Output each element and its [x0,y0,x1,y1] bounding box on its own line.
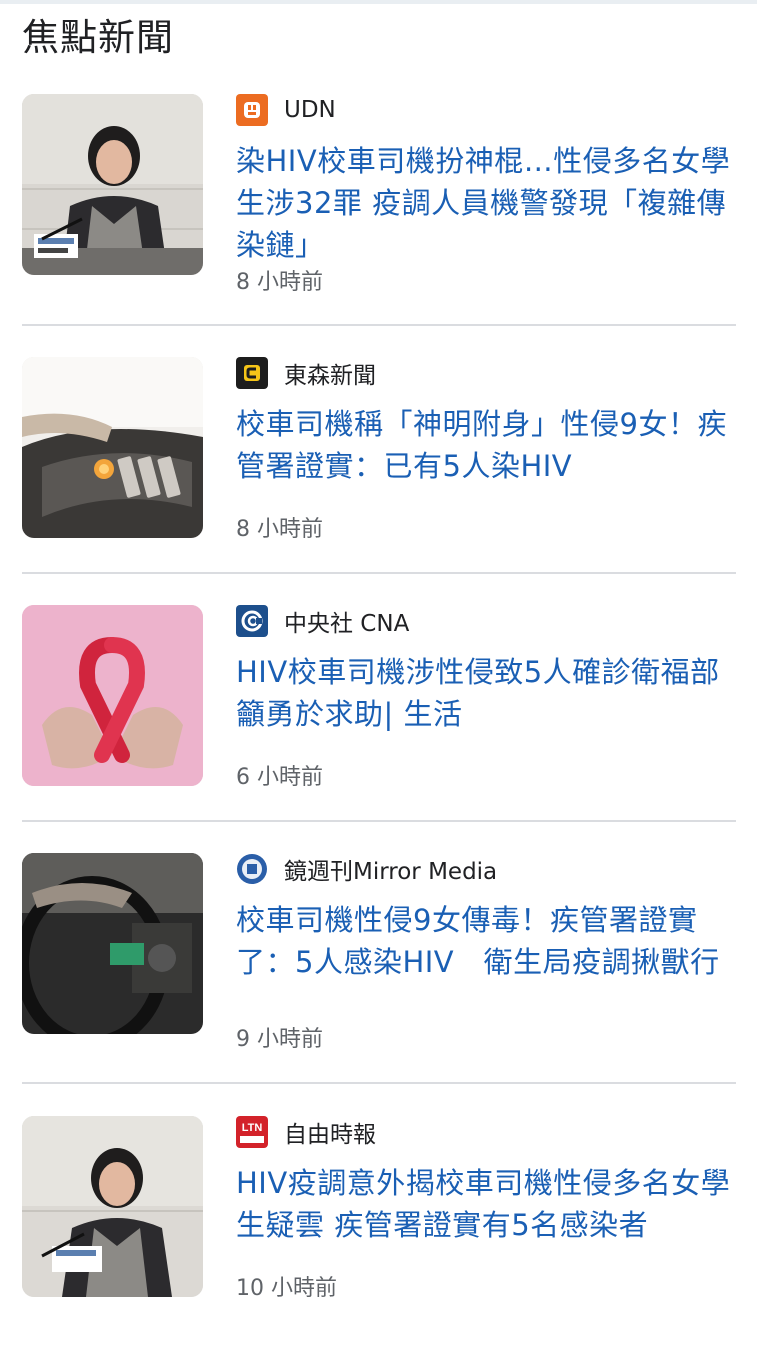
article-headline-link[interactable]: HIV疫調意外揭校車司機性侵多名女學生疑雲 疾管署證實有5名感染者 [236,1162,732,1246]
udn-logo-icon [236,94,268,126]
source-name: 自由時報 [284,1122,376,1148]
article-source: UDN [236,94,336,126]
source-name: 中央社 CNA [284,611,410,637]
article-headline-link[interactable]: HIV校車司機涉性侵致5人確診衛福部籲勇於求助| 生活 [236,651,732,735]
source-name: UDN [284,97,336,123]
article-thumbnail[interactable] [22,357,203,538]
divider [22,572,736,574]
article-source: LTN 自由時報 [236,1116,376,1148]
news-card[interactable]: LTN 自由時報 HIV疫調意外揭校車司機性侵多名女學生疑雲 疾管署證實有5名感… [0,1116,757,1364]
article-timestamp: 6 小時前 [236,765,323,790]
article-timestamp: 10 小時前 [236,1276,337,1301]
article-timestamp: 8 小時前 [236,517,323,542]
ettoday-logo-icon [236,357,268,389]
article-source: 中央社 CNA [236,605,409,637]
article-thumbnail[interactable] [22,1116,203,1297]
cna-logo-icon [236,605,268,637]
article-headline-link[interactable]: 校車司機稱「神明附身」性侵9女！疾管署證實：已有5人染HIV [236,403,732,487]
article-source: 鏡週刊Mirror Media [236,853,497,885]
source-name: 鏡週刊Mirror Media [284,859,498,885]
article-timestamp: 8 小時前 [236,270,323,295]
mirror-media-logo-icon [236,853,268,885]
source-name: 東森新聞 [284,363,376,389]
ltn-logo-icon: LTN [236,1116,268,1148]
news-card[interactable]: 東森新聞 校車司機稱「神明附身」性侵9女！疾管署證實：已有5人染HIV 8 小時… [0,357,757,605]
article-headline-link[interactable]: 染HIV校車司機扮神棍…性侵多名女學生涉32罪 疫調人員機警發現「複雜傳染鏈」 [236,140,732,266]
article-thumbnail[interactable] [22,605,203,786]
article-source: 東森新聞 [236,357,376,389]
article-headline-link[interactable]: 校車司機性侵9女傳毒！疾管署證實了：5人感染HIV 衛生局疫調揪獸行 [236,899,732,983]
article-thumbnail[interactable] [22,853,203,1034]
article-thumbnail[interactable] [22,94,203,275]
article-timestamp: 9 小時前 [236,1027,323,1052]
divider [22,820,736,822]
news-card[interactable]: 鏡週刊Mirror Media 校車司機性侵9女傳毒！疾管署證實了：5人感染HI… [0,853,757,1101]
news-feed: UDN 染HIV校車司機扮神棍…性侵多名女學生涉32罪 疫調人員機警發現「複雜傳… [0,0,757,1301]
divider [22,324,736,326]
news-card[interactable]: 中央社 CNA HIV校車司機涉性侵致5人確診衛福部籲勇於求助| 生活 6 小時… [0,605,757,853]
news-card[interactable]: UDN 染HIV校車司機扮神棍…性侵多名女學生涉32罪 疫調人員機警發現「複雜傳… [0,94,757,342]
divider [22,1082,736,1084]
